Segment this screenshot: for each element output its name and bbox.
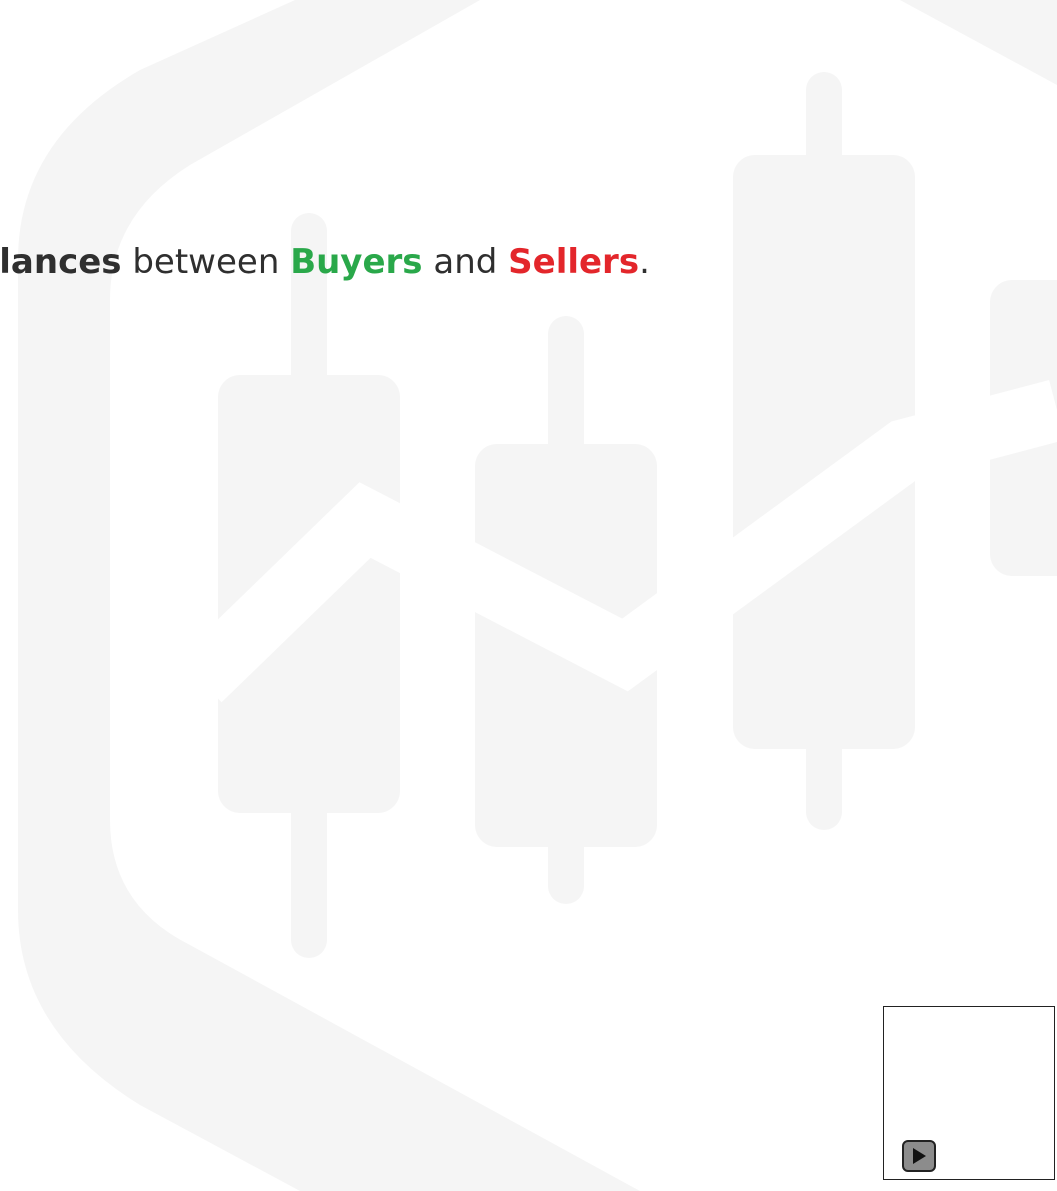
video-frame — [883, 1006, 1055, 1180]
headline-buyers: Buyers — [290, 242, 423, 282]
headline-sellers: Sellers — [508, 242, 640, 282]
headline-period: . — [639, 242, 650, 282]
slide: balances between Buyers and Sellers. — [0, 0, 1057, 1191]
headline-imbalances: balances — [0, 242, 122, 282]
play-button[interactable] — [902, 1140, 936, 1172]
headline-between: between — [121, 242, 291, 282]
headline-and: and — [422, 242, 509, 282]
play-icon — [913, 1148, 926, 1164]
headline: balances between Buyers and Sellers. — [0, 240, 650, 284]
